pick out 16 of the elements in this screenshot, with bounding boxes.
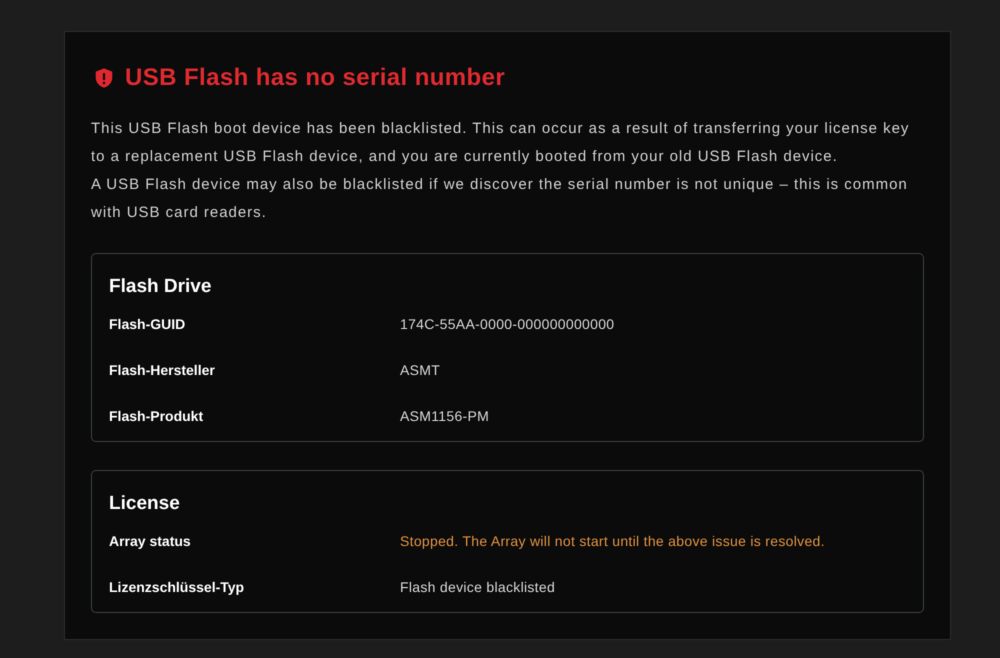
field-label: Flash-GUID [109,315,186,334]
field-value: 174C-55AA-0000-000000000000 [400,315,616,334]
field-value: ASM1156-PM [400,407,490,426]
shield-alert-icon [93,67,115,89]
field-value: Stopped. The Array will not start until the above issue is resolved. [400,532,826,551]
card-heading: Flash Drive [109,275,212,299]
field-value: Flash device blacklisted [400,578,556,597]
alert-message: This USB Flash boot device has been blacklisted. This can occur as a result of transferring your license key to a replacement USB Flash device, and you are currently booted from your old USB Flash device. [91,119,910,167]
field-label: Lizenzschlüssel-Typ [109,578,246,597]
alert-message: A USB Flash device may also be blacklisted if we discover the serial number is not unique – this is common with USB card readers. [91,175,909,223]
card-heading: License [109,492,181,516]
field-label: Flash-Hersteller [109,361,216,380]
field-value: ASMT [400,361,442,380]
alert-title: USB Flash has no serial number [125,63,506,93]
field-label: Flash-Produkt [109,407,204,426]
field-label: Array status [109,532,192,551]
